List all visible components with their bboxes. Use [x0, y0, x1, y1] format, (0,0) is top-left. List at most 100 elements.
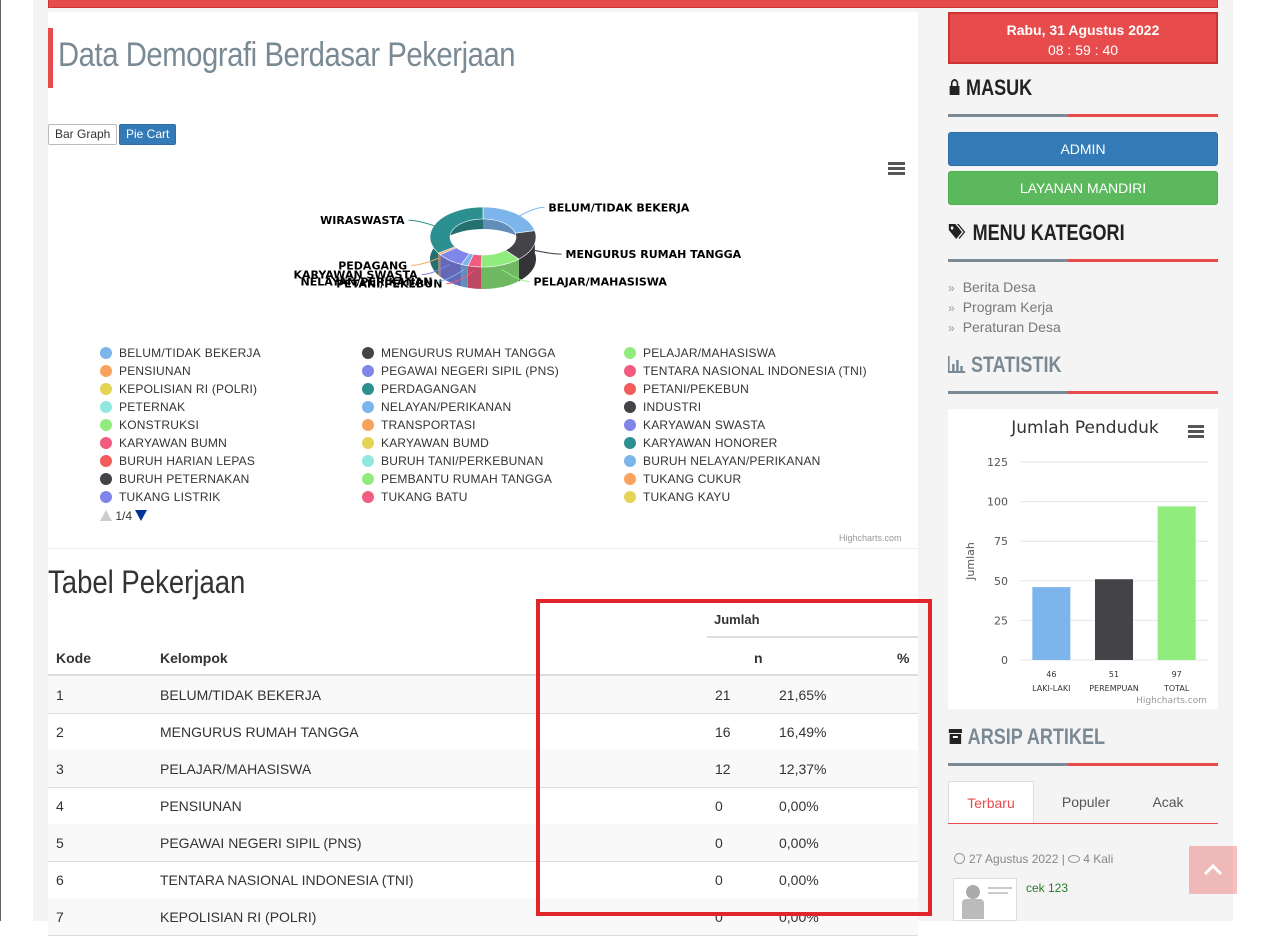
bar-chart-menu-icon[interactable] — [1188, 425, 1204, 438]
legend-item[interactable]: BELUM/TIDAK BEKERJA — [100, 346, 261, 360]
legend-item[interactable]: KONSTRUKSI — [100, 418, 199, 432]
legend-item[interactable]: BURUH HARIAN LEPAS — [100, 454, 255, 468]
legend-item[interactable]: MENGURUS RUMAH TANGGA — [362, 346, 555, 360]
category-peraturan-desa[interactable]: » Peraturan Desa — [948, 319, 1061, 335]
legend-item[interactable]: TUKANG BATU — [362, 490, 468, 504]
tab-terbaru[interactable]: Terbaru — [948, 781, 1034, 823]
legend-prev-icon[interactable] — [100, 510, 112, 521]
current-time: 08 : 59 : 40 — [1047, 42, 1119, 58]
bar[interactable] — [1095, 579, 1133, 660]
legend-item[interactable]: PEMBANTU RUMAH TANGGA — [362, 472, 552, 486]
legend-symbol — [362, 401, 374, 413]
legend-item[interactable]: KARYAWAN BUMN — [100, 436, 227, 450]
legend-item[interactable]: PEGAWAI NEGERI SIPIL (PNS) — [362, 364, 559, 378]
pie-data-label: MENGURUS RUMAH TANGGA — [566, 248, 742, 261]
arsip-label: ARSIP ARTIKEL — [967, 724, 1106, 749]
legend-label: TUKANG CUKUR — [643, 472, 742, 486]
legend-item[interactable]: PERDAGANGAN — [362, 382, 477, 396]
legend-label: BURUH HARIAN LEPAS — [119, 454, 256, 468]
legend-symbol — [100, 347, 112, 359]
tab-populer[interactable]: Populer — [1046, 781, 1126, 823]
legend-label: PETERNAK — [119, 400, 186, 414]
legend-label: TRANSPORTASI — [381, 418, 476, 432]
title-accent-bar — [48, 28, 53, 88]
layanan-mandiri-button[interactable]: LAYANAN MANDIRI — [948, 171, 1218, 205]
legend-label: TUKANG KAYU — [643, 490, 731, 504]
legend-item[interactable]: BURUH TANI/PERKEBUNAN — [362, 454, 543, 468]
pie-slice-side — [438, 253, 441, 277]
legend-item[interactable]: BURUH PETERNAKAN — [100, 472, 250, 486]
legend-item[interactable]: TUKANG LISTRIK — [100, 490, 220, 504]
legend-next-icon[interactable] — [135, 510, 148, 521]
legend-symbol — [100, 419, 112, 431]
legend-label: PELAJAR/MAHASISWA — [643, 346, 776, 360]
legend-symbol — [100, 383, 112, 395]
legend-item[interactable]: TENTARA NASIONAL INDONESIA (TNI) — [624, 364, 867, 378]
page-title: Data Demografi Berdasar Pekerjaan — [58, 36, 516, 74]
admin-button[interactable]: ADMIN — [948, 132, 1218, 166]
legend-item[interactable]: TUKANG CUKUR — [624, 472, 741, 486]
bar-chart-icon — [948, 356, 966, 373]
archive-icon — [948, 729, 962, 744]
tab-acak[interactable]: Acak — [1138, 781, 1198, 823]
window-edge — [0, 0, 1, 921]
kelompok-header: Kelompok — [160, 650, 228, 666]
legend-item[interactable]: NELAYAN/PERIKANAN — [362, 400, 511, 414]
menu-kategori-underline — [948, 259, 1218, 262]
article-views: 4 Kali — [1083, 852, 1114, 866]
legend-item[interactable]: TUKANG KAYU — [624, 490, 730, 504]
category-berita-desa[interactable]: » Berita Desa — [948, 279, 1036, 295]
legend-label: MENGURUS RUMAH TANGGA — [381, 346, 556, 360]
legend-label: KEPOLISIAN RI (POLRI) — [119, 382, 258, 396]
x-category-label: LAKI-LAKI — [1032, 684, 1070, 693]
bar[interactable] — [1157, 506, 1196, 660]
cell-kode: 4 — [56, 798, 64, 814]
legend-label: PENSIUNAN — [119, 364, 191, 378]
legend-item[interactable]: PENSIUNAN — [100, 364, 191, 378]
cell-kelompok: PELAJAR/MAHASISWA — [160, 761, 312, 777]
chevron-up-icon — [1203, 863, 1223, 876]
legend-item[interactable]: BURUH NELAYAN/PERIKANAN — [624, 454, 821, 468]
legend-label: KARYAWAN HONORER — [643, 436, 778, 450]
cell-kode: 7 — [56, 909, 64, 925]
legend-symbol — [624, 383, 636, 395]
article-date: 27 Agustus 2022 — [969, 852, 1059, 866]
pie-data-label: PELAJAR/MAHASISWA — [533, 275, 667, 288]
legend-item[interactable]: KARYAWAN BUMD — [362, 436, 489, 450]
menu-kategori-heading: MENU KATEGORI — [948, 220, 1125, 246]
legend-symbol — [362, 473, 374, 485]
highlight-box — [536, 599, 932, 916]
article-tabs: Terbaru Populer Acak — [948, 781, 1218, 824]
bar[interactable] — [1032, 587, 1071, 660]
legend-item[interactable]: PELAJAR/MAHASISWA — [624, 346, 776, 360]
pie-chart-button[interactable]: Pie Cart — [119, 124, 177, 145]
arsip-underline — [948, 763, 1218, 766]
legend-item[interactable]: KARYAWAN HONORER — [624, 436, 778, 450]
population-bar-chart: Jumlah Penduduk 0 25 50 75 100 125 Jumlah 46 LAKI… — [964, 418, 1208, 706]
category-program-kerja[interactable]: » Program Kerja — [948, 299, 1053, 315]
table-title: Tabel Pekerjaan — [48, 564, 246, 600]
legend-item[interactable]: KEPOLISIAN RI (POLRI) — [100, 382, 257, 396]
cell-kelompok: BELUM/TIDAK BEKERJA — [160, 687, 322, 703]
legend-item[interactable]: PETANI/PEKEBUN — [624, 382, 749, 396]
y-tick-label: 100 — [987, 496, 1008, 509]
back-to-top-button[interactable] — [1189, 846, 1237, 894]
pie-slice-side — [467, 265, 482, 289]
y-tick-label: 75 — [994, 535, 1008, 548]
article-thumbnail[interactable] — [953, 878, 1017, 921]
bar-graph-button[interactable]: Bar Graph — [48, 124, 118, 145]
legend-item[interactable]: INDUSTRI — [624, 400, 701, 414]
legend-item[interactable]: KARYAWAN SWASTA — [624, 418, 765, 432]
legend-item[interactable]: PETERNAK — [100, 400, 185, 414]
bar-chart-credits[interactable]: Highcharts.com — [1136, 696, 1207, 706]
legend-symbol — [362, 455, 374, 467]
legend-label: BURUH NELAYAN/PERIKANAN — [643, 454, 821, 468]
section-divider — [48, 548, 918, 549]
article-title-link[interactable]: cek 123 — [1026, 881, 1068, 895]
legend-label: KARYAWAN BUMN — [119, 436, 227, 450]
legend-item[interactable]: TRANSPORTASI — [362, 418, 476, 432]
legend-symbol — [624, 365, 636, 377]
pie-credits[interactable]: Highcharts.com — [839, 533, 902, 543]
cell-kelompok: PEGAWAI NEGERI SIPIL (PNS) — [160, 835, 362, 851]
bar-value-label: 46 — [1046, 670, 1056, 679]
